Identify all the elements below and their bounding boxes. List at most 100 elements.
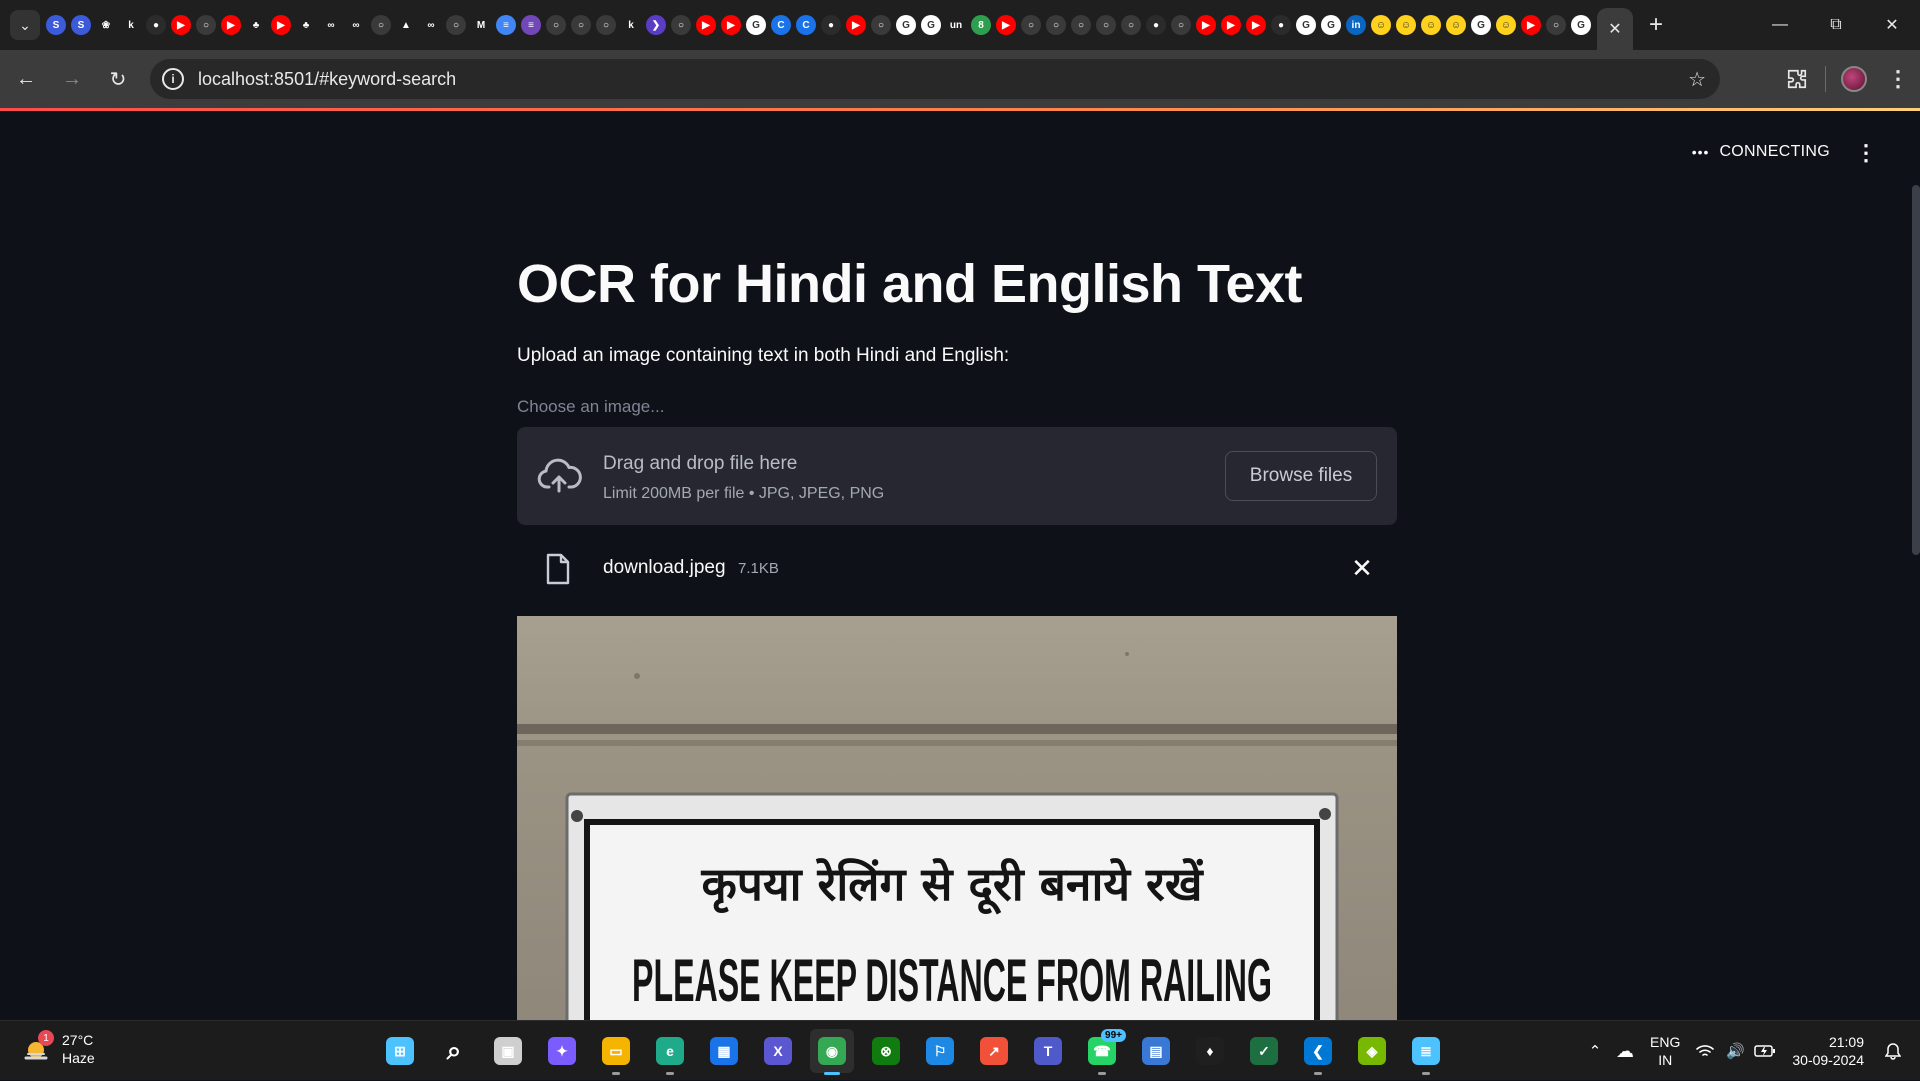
youtube-icon[interactable]: ▶ — [221, 15, 241, 35]
leaf-icon[interactable]: ♣ — [246, 15, 266, 35]
notification-bell-icon[interactable] — [1878, 1036, 1908, 1066]
browser-menu-icon[interactable]: ⋮ — [1876, 57, 1920, 101]
google-icon[interactable]: G — [921, 15, 941, 35]
bookmark-star-icon[interactable]: ☆ — [1688, 67, 1706, 92]
leaf-icon[interactable]: ♣ — [296, 15, 316, 35]
youtube-icon[interactable]: ▶ — [271, 15, 291, 35]
gmail-icon[interactable]: M — [471, 15, 491, 35]
taskbar-search-icon[interactable]: ⌕ — [432, 1029, 476, 1073]
taskbar-teams-icon[interactable]: T — [1026, 1029, 1070, 1073]
github-icon[interactable]: ● — [1271, 15, 1291, 35]
docs-icon[interactable]: ≡ — [496, 15, 516, 35]
google-icon[interactable]: G — [896, 15, 916, 35]
shield-icon[interactable]: S — [46, 15, 66, 35]
url-text[interactable]: localhost:8501/#keyword-search — [198, 69, 456, 90]
google-icon[interactable]: G — [1471, 15, 1491, 35]
wifi-icon[interactable] — [1690, 1036, 1720, 1066]
shield-icon[interactable]: S — [71, 15, 91, 35]
taskbar-xbox-icon[interactable]: ⊗ — [864, 1029, 908, 1073]
main-menu-button[interactable]: ⋮ — [1855, 140, 1877, 165]
taskbar-safari-like-icon[interactable]: ⚐ — [918, 1029, 962, 1073]
scrollbar-thumb[interactable] — [1912, 185, 1920, 555]
forms-icon[interactable]: ≡ — [521, 15, 541, 35]
battery-icon[interactable] — [1750, 1036, 1780, 1066]
k-icon[interactable]: k — [121, 15, 141, 35]
youtube-icon[interactable]: ▶ — [721, 15, 741, 35]
github-icon[interactable]: ● — [1146, 15, 1166, 35]
taskbar-swift-icon[interactable]: ↗ — [972, 1029, 1016, 1073]
github-icon[interactable]: ● — [821, 15, 841, 35]
taskbar-mongodb-icon[interactable]: ♦ — [1188, 1029, 1232, 1073]
remove-file-button[interactable]: ✕ — [1347, 553, 1377, 583]
circle-icon[interactable]: ○ — [571, 15, 591, 35]
link-icon[interactable]: ∞ — [321, 15, 341, 35]
google-icon[interactable]: G — [1571, 15, 1591, 35]
show-hidden-icons-chevron-icon[interactable]: ⌃ — [1580, 1036, 1610, 1066]
taskbar-chrome-icon[interactable]: ◉ — [810, 1029, 854, 1075]
c-icon[interactable]: C — [796, 15, 816, 35]
taskbar-task-view-icon[interactable]: ▣ — [486, 1029, 530, 1073]
kite-icon[interactable]: ○ — [1021, 15, 1041, 35]
youtube-icon[interactable]: ▶ — [996, 15, 1016, 35]
un-icon[interactable]: un — [946, 15, 966, 35]
github-icon[interactable]: ● — [146, 15, 166, 35]
linkedin-icon[interactable]: in — [1346, 15, 1366, 35]
k-icon[interactable]: k — [621, 15, 641, 35]
google-icon[interactable]: G — [1321, 15, 1341, 35]
close-icon[interactable]: ✕ — [1608, 19, 1621, 39]
link-icon[interactable]: ∞ — [421, 15, 441, 35]
medium-icon[interactable]: ○ — [446, 15, 466, 35]
onedrive-cloud-icon[interactable]: ☁ — [1610, 1036, 1640, 1066]
taskbar-excel-like-icon[interactable]: ✓ — [1242, 1029, 1286, 1073]
taskbar-copilot-icon[interactable]: ✦ — [540, 1029, 584, 1073]
openai-icon[interactable]: ❀ — [96, 15, 116, 35]
back-button[interactable]: ← — [6, 59, 46, 99]
puzzle-icon[interactable]: ○ — [871, 15, 891, 35]
c-icon[interactable]: C — [771, 15, 791, 35]
close-window-button[interactable]: ✕ — [1864, 0, 1920, 50]
target-icon[interactable]: ○ — [546, 15, 566, 35]
drive-icon[interactable]: ▲ — [396, 15, 416, 35]
site-info-icon[interactable]: i — [162, 68, 184, 90]
taskbar-edge-icon[interactable]: e — [648, 1029, 692, 1075]
youtube-icon[interactable]: ▶ — [696, 15, 716, 35]
taskbar-clock[interactable]: 21:09 30-09-2024 — [1792, 1033, 1864, 1069]
youtube-icon[interactable]: ▶ — [171, 15, 191, 35]
gem-icon[interactable]: ○ — [371, 15, 391, 35]
hugging-icon[interactable]: ☺ — [1421, 15, 1441, 35]
address-bar[interactable]: i localhost:8501/#keyword-search ☆ — [150, 59, 1720, 99]
reload-button[interactable]: ↻ — [98, 59, 138, 99]
h-icon[interactable]: ○ — [596, 15, 616, 35]
active-tab[interactable]: ✕ — [1597, 8, 1633, 50]
terminal-icon[interactable]: ❯ — [646, 15, 666, 35]
hugging-icon[interactable]: ☺ — [1446, 15, 1466, 35]
hugging-icon[interactable]: ☺ — [1496, 15, 1516, 35]
cloud-icon[interactable]: ○ — [1096, 15, 1116, 35]
taskbar-microsoft-store-icon[interactable]: ▦ — [702, 1029, 746, 1073]
dot-icon[interactable]: ○ — [1071, 15, 1091, 35]
google-icon[interactable]: G — [746, 15, 766, 35]
volume-icon[interactable]: 🔊 — [1720, 1036, 1750, 1066]
browse-files-button[interactable]: Browse files — [1225, 451, 1377, 501]
youtube-icon[interactable]: ▶ — [846, 15, 866, 35]
youtube-icon[interactable]: ▶ — [1196, 15, 1216, 35]
hugging-icon[interactable]: ☺ — [1396, 15, 1416, 35]
google-icon[interactable]: G — [1296, 15, 1316, 35]
taskbar-whatsapp-icon[interactable]: ☎ 99+ — [1080, 1029, 1126, 1075]
taskbar-nvidia-icon[interactable]: ◈ — [1350, 1029, 1394, 1073]
number-icon[interactable]: 8 — [971, 15, 991, 35]
youtube-icon[interactable]: ▶ — [1521, 15, 1541, 35]
youtube-icon[interactable]: ▶ — [1246, 15, 1266, 35]
taskbar-windows-start-icon[interactable]: ⊞ — [378, 1029, 422, 1073]
infinity-icon[interactable]: ○ — [671, 15, 691, 35]
weather-widget[interactable]: 1 27°C Haze — [22, 1030, 95, 1067]
tab-search-button[interactable]: ⌄ — [10, 10, 40, 40]
hugging-icon[interactable]: ☺ — [1371, 15, 1391, 35]
extensions-puzzle-icon[interactable] — [1775, 57, 1819, 101]
new-tab-button[interactable]: + — [1641, 10, 1671, 40]
plus-circle-icon[interactable]: ○ — [1121, 15, 1141, 35]
minimize-button[interactable]: — — [1752, 0, 1808, 50]
input-language[interactable]: ENG IN — [1650, 1033, 1680, 1069]
file-dropzone[interactable]: Drag and drop file here Limit 200MB per … — [517, 427, 1397, 525]
youtube-icon[interactable]: ▶ — [1221, 15, 1241, 35]
